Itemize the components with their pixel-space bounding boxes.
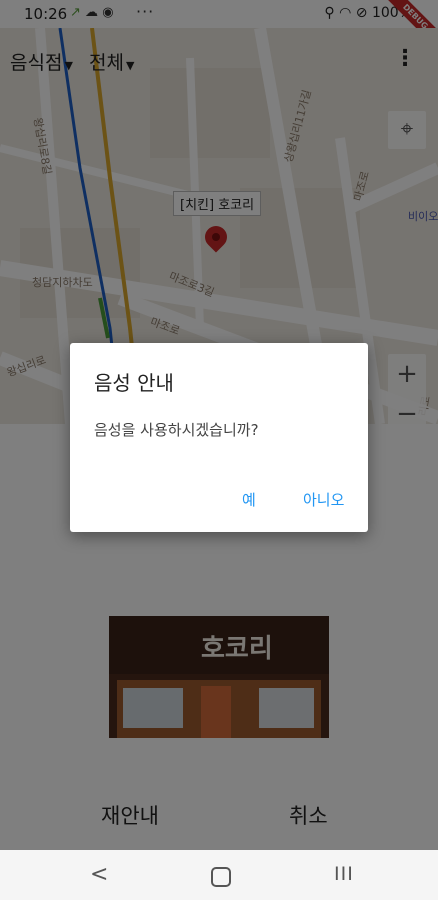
dialog-confirm-button[interactable]: 예 <box>242 489 256 510</box>
home-icon[interactable] <box>211 867 231 887</box>
voice-guide-dialog: 음성 안내 음성을 사용하시겠습니까? 예 아니오 <box>70 343 368 532</box>
dialog-cancel-button[interactable]: 아니오 <box>303 489 344 510</box>
system-nav-bar: < III <box>0 850 438 900</box>
dialog-message: 음성을 사용하시겠습니까? <box>94 421 259 439</box>
dialog-title: 음성 안내 <box>94 371 174 395</box>
recent-apps-icon[interactable]: III <box>334 863 354 885</box>
back-icon[interactable]: < <box>90 862 108 887</box>
